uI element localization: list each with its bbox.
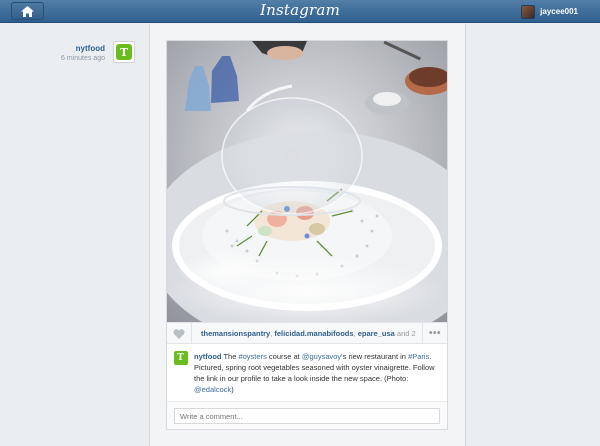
username: jaycee001: [540, 7, 578, 16]
post-timestamp: 6 minutes ago: [61, 55, 105, 62]
mention-link[interactable]: @edalcock: [194, 385, 231, 394]
avatar: [521, 4, 536, 19]
dish-photo-image: [167, 41, 447, 322]
post-actions: themansionspantry, felicidad.manabifoods…: [167, 322, 447, 344]
hashtag-link[interactable]: #oysters: [238, 352, 266, 361]
caption-author[interactable]: nytfood: [194, 352, 222, 361]
caption-part: 's new restaurant in: [341, 352, 409, 361]
author-avatar[interactable]: T: [113, 41, 135, 63]
like-button[interactable]: [167, 323, 192, 344]
liker-link[interactable]: epare_usa: [358, 329, 395, 338]
left-column: nytfood 6 minutes ago T: [0, 24, 149, 446]
post-author[interactable]: nytfood: [61, 44, 105, 53]
nyt-logo-icon: T: [173, 350, 188, 365]
comment-input[interactable]: [174, 408, 440, 424]
caption-part: course at: [266, 352, 302, 361]
nyt-logo-icon: T: [116, 44, 132, 60]
post-card: themansionspantry, felicidad.manabifoods…: [166, 40, 448, 430]
heart-icon: [173, 328, 185, 339]
liker-link[interactable]: felicidad.manabifoods: [274, 329, 353, 338]
hashtag-link[interactable]: #Paris: [408, 352, 429, 361]
post-meta: nytfood 6 minutes ago: [61, 44, 105, 62]
likes-more[interactable]: and 2...: [395, 329, 416, 338]
liker-link[interactable]: themansionspantry: [201, 329, 270, 338]
post-photo[interactable]: [167, 41, 447, 322]
comment-area: [167, 401, 447, 429]
caption-part: The: [221, 352, 239, 361]
caption-author-avatar[interactable]: T: [173, 350, 188, 365]
post-caption: T nytfood The #oysters course at @guysav…: [167, 345, 447, 401]
user-menu[interactable]: jaycee001: [521, 3, 578, 20]
app-title: Instagram: [260, 1, 340, 19]
caption-text: nytfood The #oysters course at @guysavoy…: [194, 351, 442, 395]
more-options-button[interactable]: •••: [422, 323, 447, 344]
mention-link[interactable]: @guysavoy: [302, 352, 341, 361]
top-bar: Instagram jaycee001: [0, 0, 600, 23]
home-button[interactable]: [11, 2, 44, 20]
caption-part: ): [231, 385, 234, 394]
home-icon: [21, 5, 34, 17]
likes-list: themansionspantry, felicidad.manabifoods…: [201, 329, 416, 338]
right-column: [467, 24, 600, 446]
